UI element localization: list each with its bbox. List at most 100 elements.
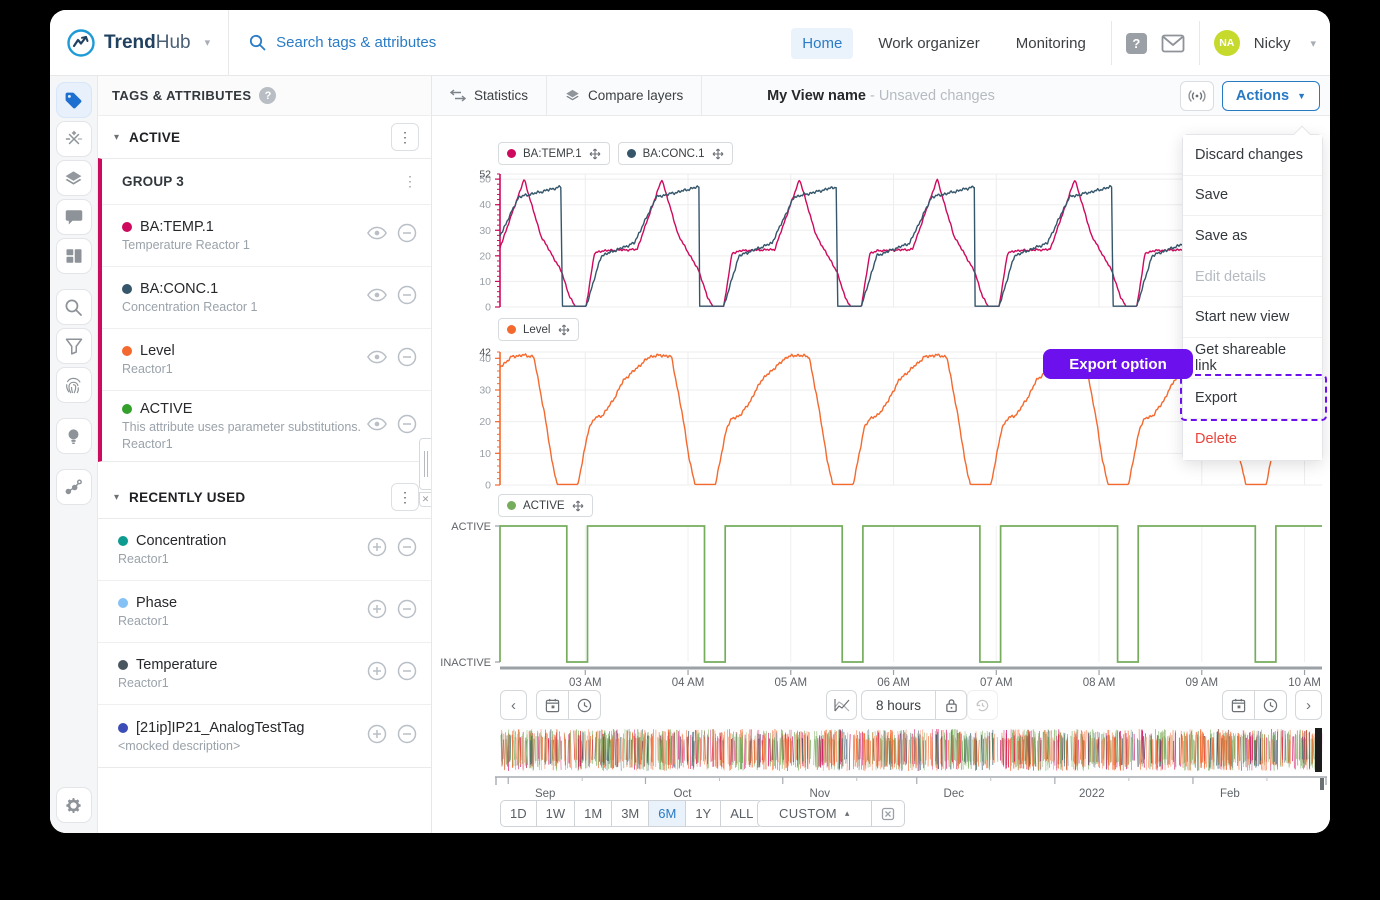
range-button-group: 1D 1W 1M 3M 6M 1Y ALL [500, 800, 763, 827]
panel-resize-handle[interactable] [419, 438, 432, 490]
brand[interactable]: TrendHub ▾ [66, 28, 210, 58]
live-broadcast-button[interactable] [1180, 81, 1214, 111]
settings-gear-icon[interactable] [56, 787, 92, 823]
legend-chip-active[interactable]: ACTIVE [498, 494, 593, 517]
menu-item-save-as[interactable]: Save as [1183, 216, 1322, 257]
move-handle-icon[interactable] [572, 500, 584, 512]
fingerprint-icon[interactable] [56, 367, 92, 403]
legend-chip-ba-conc[interactable]: BA:CONC.1 [618, 142, 733, 165]
custom-range-button[interactable]: CUSTOM▴ [757, 800, 872, 827]
remove-circle-icon[interactable] [397, 661, 417, 686]
menu-item-export[interactable]: Export [1183, 379, 1322, 420]
group-menu-icon[interactable]: ⋮ [403, 173, 417, 190]
remove-circle-icon[interactable] [397, 347, 417, 372]
tag-row-ba-conc[interactable]: BA:CONC.1 Concentration Reactor 1 [102, 267, 431, 329]
brand-chevron-down-icon[interactable]: ▾ [205, 36, 211, 49]
add-circle-icon[interactable] [367, 661, 387, 686]
collapse-caret-icon[interactable]: ▾ [114, 492, 119, 503]
tag-row-active[interactable]: ACTIVE This attribute uses parameter sub… [102, 391, 431, 461]
range-1d[interactable]: 1D [500, 800, 537, 827]
dashboard-icon[interactable] [56, 238, 92, 274]
recent-row-ip21[interactable]: [21ip]IP21_AnalogTestTag <mocked descrip… [98, 705, 431, 767]
recent-row-phase[interactable]: Phase Reactor1 [98, 581, 431, 643]
filter-icon[interactable] [56, 328, 92, 364]
help-icon[interactable]: ? [1126, 33, 1147, 54]
user-chevron-down-icon[interactable]: ▾ [1310, 37, 1316, 50]
overview-selection-handle[interactable] [1315, 728, 1322, 772]
lock-icon[interactable] [935, 690, 967, 720]
clock-icon[interactable] [1254, 690, 1287, 720]
nav-home[interactable]: Home [791, 28, 853, 59]
recent-row-concentration[interactable]: Concentration Reactor1 [98, 519, 431, 581]
search-panel-icon[interactable] [56, 289, 92, 325]
context-graph-icon[interactable] [56, 469, 92, 505]
remove-circle-icon[interactable] [397, 285, 417, 310]
duration-button[interactable]: 8 hours [861, 690, 936, 720]
clock-icon[interactable] [568, 690, 601, 720]
tag-icon[interactable] [56, 82, 92, 118]
search-input[interactable]: Search tags & attributes [249, 34, 436, 51]
comment-icon[interactable] [56, 199, 92, 235]
collapse-caret-icon[interactable]: ▾ [114, 132, 119, 143]
history-restore-button[interactable] [967, 690, 998, 720]
tab-compare-layers[interactable]: Compare layers [547, 76, 702, 116]
compare-trends-button[interactable] [826, 690, 857, 720]
add-circle-icon[interactable] [367, 599, 387, 624]
trend-chart-digital[interactable]: ACTIVEINACTIVE03 AM04 AM05 AM06 AM07 AM0… [432, 518, 1330, 690]
range-1m[interactable]: 1M [574, 800, 612, 827]
move-handle-icon[interactable] [589, 148, 601, 160]
move-handle-icon[interactable] [712, 148, 724, 160]
legend-chip-ba-temp[interactable]: BA:TEMP.1 [498, 142, 610, 165]
eye-icon[interactable] [367, 288, 387, 307]
menu-item-get-shareable-link[interactable]: Get shareable link [1183, 338, 1322, 379]
eye-icon[interactable] [367, 417, 387, 436]
recent-section-menu-button[interactable]: ⋮ [391, 483, 419, 511]
add-circle-icon[interactable] [367, 724, 387, 749]
remove-circle-icon[interactable] [397, 223, 417, 248]
remove-circle-icon[interactable] [397, 599, 417, 624]
tag-row-level[interactable]: Level Reactor1 [102, 329, 431, 391]
eye-icon[interactable] [367, 350, 387, 369]
menu-item-save[interactable]: Save [1183, 176, 1322, 217]
tag-row-ba-temp[interactable]: BA:TEMP.1 Temperature Reactor 1 [102, 205, 431, 267]
active-section-menu-button[interactable]: ⋮ [391, 123, 419, 151]
custom-clear-icon[interactable] [871, 800, 905, 827]
nav-monitoring[interactable]: Monitoring [1005, 28, 1097, 59]
menu-item-start-new-view[interactable]: Start new view [1183, 297, 1322, 338]
bulb-icon[interactable] [56, 418, 92, 454]
avatar[interactable]: NA [1214, 30, 1240, 56]
step-back-button[interactable]: ‹ [500, 690, 527, 720]
section-active-label: ACTIVE [129, 130, 391, 145]
calculations-icon[interactable] [56, 121, 92, 157]
axis-label: 05 AM [774, 677, 807, 689]
axis-label: 03 AM [569, 677, 602, 689]
range-1y[interactable]: 1Y [685, 800, 721, 827]
add-circle-icon[interactable] [367, 537, 387, 562]
series-ACTIVE [500, 526, 1322, 662]
panel-close-icon[interactable]: ✕ [419, 492, 432, 507]
layers-icon[interactable] [56, 160, 92, 196]
calendar-icon[interactable] [1222, 690, 1255, 720]
range-3m[interactable]: 3M [611, 800, 649, 827]
actions-button[interactable]: Actions ▼ [1222, 81, 1320, 111]
remove-circle-icon[interactable] [397, 724, 417, 749]
range-6m[interactable]: 6M [648, 800, 686, 827]
view-title: My View name [767, 88, 866, 104]
tab-statistics[interactable]: Statistics [432, 76, 547, 116]
step-forward-button[interactable]: › [1295, 690, 1322, 720]
recent-row-temperature[interactable]: Temperature Reactor1 [98, 643, 431, 705]
group-header[interactable]: GROUP 3 ⋮ [102, 159, 431, 205]
nav-work-organizer[interactable]: Work organizer [867, 28, 990, 59]
panel-help-icon[interactable]: ? [259, 87, 276, 104]
mail-icon[interactable] [1161, 34, 1185, 53]
remove-circle-icon[interactable] [397, 414, 417, 439]
user-name[interactable]: Nicky [1254, 35, 1291, 52]
menu-item-delete[interactable]: Delete [1183, 419, 1322, 460]
legend-chip-level[interactable]: Level [498, 318, 579, 341]
overview-strip[interactable] [500, 728, 1330, 772]
range-1w[interactable]: 1W [536, 800, 576, 827]
eye-icon[interactable] [367, 226, 387, 245]
move-handle-icon[interactable] [558, 324, 570, 336]
calendar-icon[interactable] [536, 690, 569, 720]
remove-circle-icon[interactable] [397, 537, 417, 562]
